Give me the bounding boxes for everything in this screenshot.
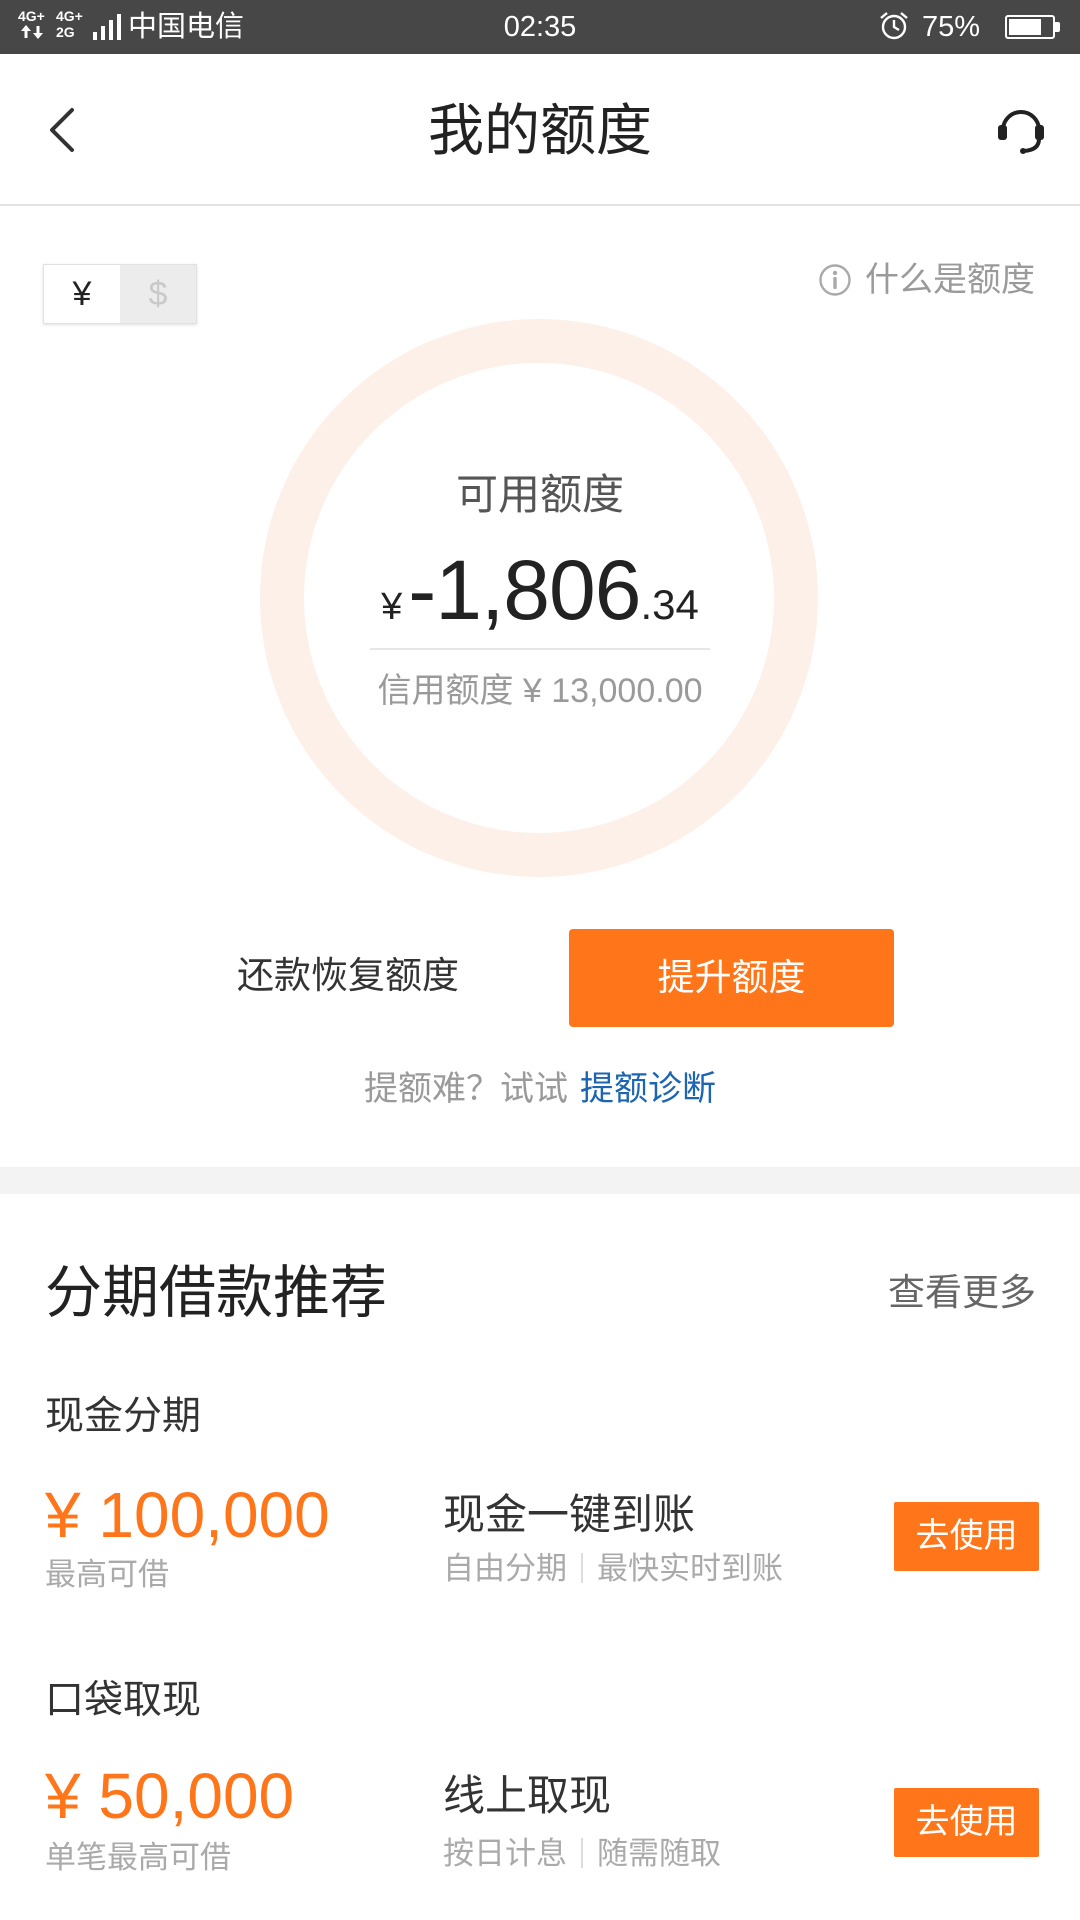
product-tags: 按日计息 随需随取 [443,1834,721,1874]
currency-toggle: ¥ $ [43,264,197,324]
headset-icon [994,110,1048,160]
product-tag: 自由分期 [443,1551,567,1586]
status-bar: 4G+ 4G+ 2G 中国电信 02:35 75% [0,0,1080,54]
product-tags: 自由分期 最快实时到账 [443,1549,783,1589]
amount-currency-symbol: ¥ [381,586,403,628]
product-max-amount: ¥ 100,000 [45,1479,330,1551]
product-tag: 最快实时到账 [597,1551,783,1586]
customer-service-button[interactable] [994,102,1048,156]
available-quota-label: 可用额度 [455,471,624,518]
available-quota-amount: ¥-1,806.34 [0,540,1080,640]
credit-limit: 信用额度 ¥ 13,000.00 [0,669,1080,713]
credit-limit-label: 信用额度 [377,672,514,710]
raise-hint: 提额难？试试 提额诊断 [0,1067,1080,1111]
product-feature: 线上取现 [443,1772,612,1819]
what-is-quota-link[interactable]: 什么是额度 [865,258,1035,302]
amount-decimal: .34 [640,581,699,628]
clock-time: 02:35 [503,11,577,43]
currency-option-usd[interactable]: $ [120,265,196,323]
product-name: 现金分期 [45,1395,202,1438]
header-divider [0,204,1080,206]
product-amount-label: 最高可借 [45,1557,169,1592]
tag-separator [581,1552,583,1583]
amount-divider [370,648,710,650]
use-button[interactable]: 去使用 [894,1788,1039,1857]
section-separator [0,1167,1080,1194]
battery-percent: 75% [922,11,981,43]
alarm-icon [878,10,910,42]
view-more-link[interactable]: 查看更多 [888,1269,1036,1317]
info-icon[interactable] [818,263,852,297]
product-amount-label: 单笔最高可借 [45,1840,231,1875]
product-tag: 按日计息 [443,1836,567,1871]
repay-restore-link[interactable]: 还款恢复额度 [237,952,459,1000]
raise-quota-button[interactable]: 提升额度 [569,929,894,1027]
battery-nub [1055,22,1060,32]
amount-integer: -1,806 [408,543,641,637]
battery-fill [1009,19,1041,35]
product-tag: 随需随取 [597,1836,721,1871]
use-button[interactable]: 去使用 [894,1502,1039,1571]
credit-limit-value: ¥ 13,000.00 [522,672,703,710]
page-title: 我的额度 [428,99,652,162]
product-name: 口袋取现 [45,1679,202,1722]
product-max-amount: ¥ 50,000 [45,1760,295,1832]
tag-separator [581,1837,583,1868]
currency-option-cny[interactable]: ¥ [44,265,120,323]
quota-diagnosis-link[interactable]: 提额诊断 [580,1070,716,1108]
section-title: 分期借款推荐 [45,1261,387,1325]
raise-hint-text: 提额难？试试 [364,1070,568,1108]
app-screen: 4G+ 4G+ 2G 中国电信 02:35 75% 我的额度 ¥ $ 什么是额度… [0,0,1080,1920]
product-feature: 现金一键到账 [443,1491,696,1538]
battery-icon [1005,15,1055,39]
